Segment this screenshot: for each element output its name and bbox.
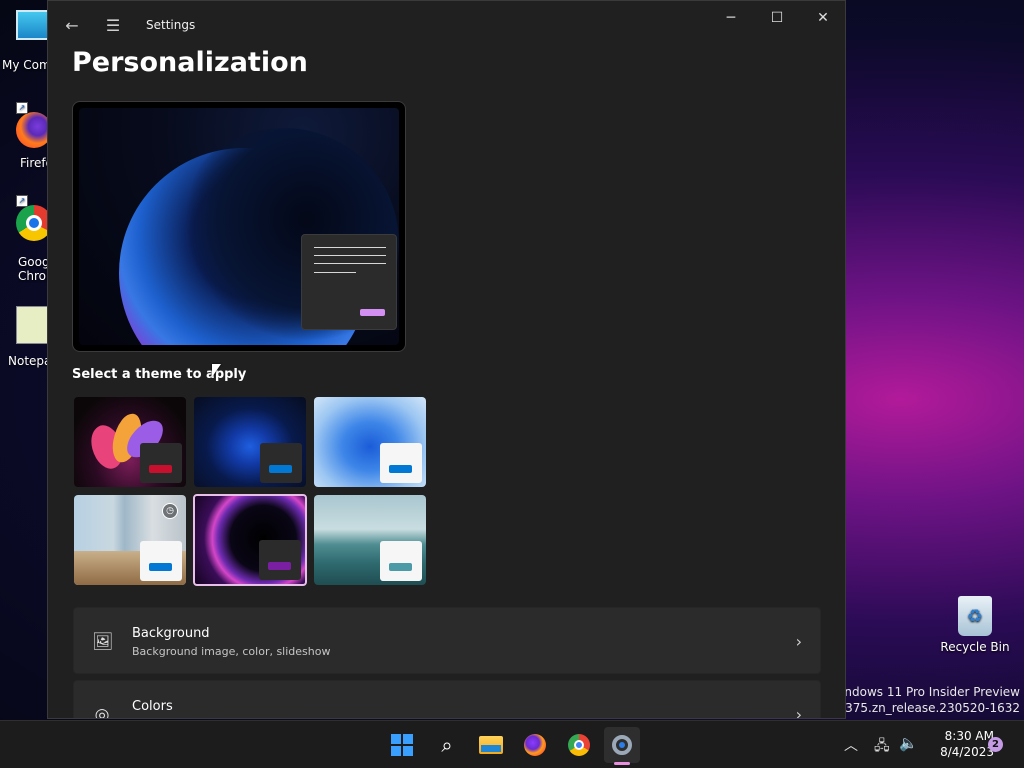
theme-chip	[259, 540, 301, 580]
close-button[interactable]: ✕	[800, 1, 845, 35]
folder-icon	[479, 736, 503, 754]
preview-line	[314, 247, 386, 248]
minimize-button[interactable]: ─	[708, 1, 754, 35]
clock[interactable]: 8:30 AM 8/4/2023	[922, 728, 994, 760]
theme-tile-windows-light[interactable]	[314, 397, 426, 487]
settings-taskbar-button[interactable]	[604, 727, 640, 763]
taskbar: ⌕ ︿ 🖧 🔈 8:30 AM 8/4/2023 2	[0, 720, 1024, 768]
windows-logo-icon	[391, 734, 413, 756]
hamburger-icon: ☰	[105, 15, 121, 35]
shortcut-arrow-icon: ↗	[16, 102, 28, 114]
preview-line	[314, 255, 386, 256]
notification-badge[interactable]: 2	[988, 737, 1003, 752]
start-button[interactable]	[384, 727, 420, 763]
theme-preview	[72, 101, 406, 352]
preview-accent-button	[360, 309, 385, 316]
page-title: Personalization	[72, 47, 308, 78]
settings-window: ← ☰ Settings ─ ☐ ✕ Personalization Selec…	[47, 0, 846, 719]
computer-icon	[16, 10, 50, 40]
preview-window	[301, 234, 397, 330]
accent-swatch	[269, 465, 292, 473]
card-title: Colors	[132, 699, 173, 714]
active-app-indicator	[614, 762, 630, 765]
desktop-icon-label: Notepa	[8, 354, 52, 368]
firefox-icon	[524, 734, 546, 756]
close-icon: ✕	[817, 10, 829, 26]
preview-wallpaper	[79, 108, 399, 345]
chrome-taskbar-button[interactable]	[561, 727, 597, 763]
theme-chip	[140, 541, 182, 581]
accent-swatch	[149, 563, 172, 571]
back-button[interactable]: ←	[58, 11, 86, 39]
chevron-up-icon: ︿	[844, 738, 858, 754]
accent-swatch	[149, 465, 172, 473]
maximize-icon: ☐	[770, 10, 784, 26]
theme-tile-flow-selected[interactable]	[193, 494, 307, 586]
app-title: Settings	[146, 18, 196, 32]
file-explorer-button[interactable]	[473, 727, 509, 763]
preview-line	[314, 263, 386, 264]
palette-icon: ◎	[94, 705, 110, 719]
notepad-icon	[16, 306, 48, 344]
recycle-bin-icon	[958, 596, 992, 636]
theme-tile-windows-dark[interactable]	[194, 397, 306, 487]
network-icon: 🖧	[874, 738, 890, 754]
image-icon: 🖼	[92, 632, 114, 652]
search-button[interactable]: ⌕	[429, 727, 465, 763]
chrome-icon	[568, 734, 590, 756]
desktop-icon-label: My Com	[2, 58, 51, 72]
accent-swatch	[268, 562, 291, 570]
card-title: Background	[132, 626, 210, 641]
colors-settings-card[interactable]: ◎ Colors ›	[73, 680, 821, 719]
firefox-taskbar-button[interactable]	[517, 727, 553, 763]
theme-chip	[380, 443, 422, 483]
back-arrow-icon: ←	[65, 15, 79, 35]
theme-tile-glow[interactable]	[74, 397, 186, 487]
theme-chip	[380, 541, 422, 581]
minimize-icon: ─	[726, 10, 736, 26]
navigation-menu-button[interactable]: ☰	[99, 11, 127, 39]
search-icon: ⌕	[441, 733, 453, 757]
theme-chip	[140, 443, 182, 483]
clock-time: 8:30 AM	[944, 729, 994, 743]
gear-icon	[612, 735, 632, 755]
preview-line	[314, 272, 356, 273]
desktop-icon-label: Recycle Bin	[940, 640, 1010, 654]
accent-swatch	[389, 563, 412, 571]
shortcut-arrow-icon: ↗	[16, 195, 28, 207]
chevron-right-icon: ›	[795, 632, 802, 651]
title-bar[interactable]: ← ☰ Settings ─ ☐ ✕	[48, 1, 845, 49]
accent-swatch	[389, 465, 412, 473]
show-hidden-icons-button[interactable]: ︿	[844, 735, 858, 755]
network-button[interactable]: 🖧	[874, 735, 890, 759]
theme-tile-sunrise[interactable]	[314, 495, 426, 585]
speaker-icon: 🔈	[899, 734, 918, 752]
clock-date: 8/4/2023	[940, 745, 994, 759]
card-subtitle: Background image, color, slideshow	[132, 645, 331, 658]
maximize-button[interactable]: ☐	[754, 1, 800, 35]
chevron-right-icon: ›	[795, 705, 802, 719]
theme-chip	[260, 443, 302, 483]
background-settings-card[interactable]: 🖼 Background Background image, color, sl…	[73, 607, 821, 674]
slideshow-icon: ◷	[162, 503, 178, 519]
volume-button[interactable]: 🔈	[899, 734, 918, 752]
theme-tile-captured-motion[interactable]: ◷	[74, 495, 186, 585]
desktop-icon-recycle-bin[interactable]: Recycle Bin	[940, 596, 1010, 654]
